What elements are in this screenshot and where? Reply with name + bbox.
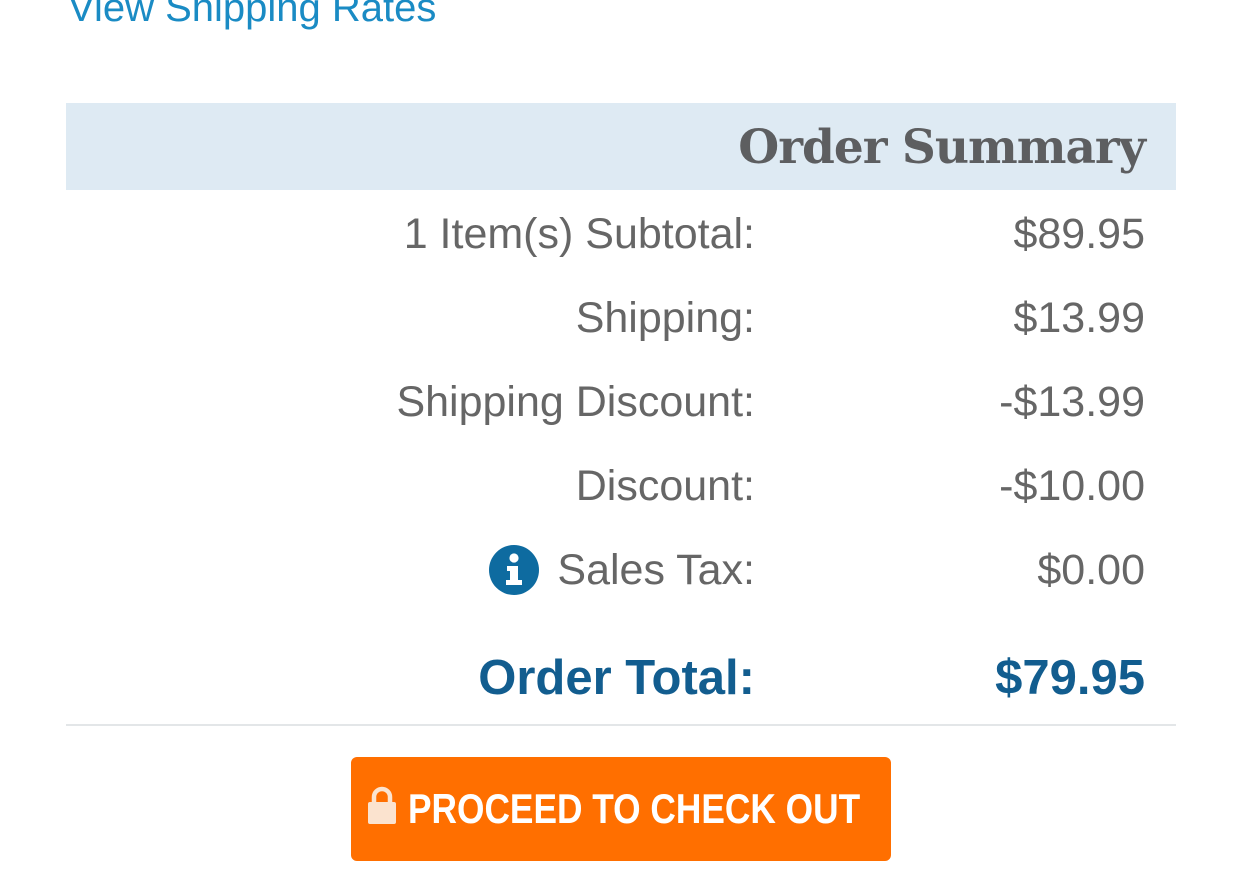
subtotal-label: 1 Item(s) Subtotal: <box>403 210 755 258</box>
subtotal-row: 1 Item(s) Subtotal: $89.95 <box>66 204 1176 264</box>
discount-value: -$10.00 <box>999 462 1145 510</box>
sales-tax-row: Sales Tax: $0.00 <box>66 540 1176 600</box>
shipping-value: $13.99 <box>1013 294 1145 342</box>
order-total-row: Order Total: $79.95 <box>66 648 1176 708</box>
discount-row: Discount: -$10.00 <box>66 456 1176 516</box>
discount-label: Discount: <box>575 462 755 510</box>
summary-divider <box>66 724 1176 726</box>
proceed-to-checkout-label: PROCEED TO CHECK OUT <box>407 785 861 832</box>
order-total-label: Order Total: <box>478 651 755 705</box>
order-total-value: $79.95 <box>995 651 1145 705</box>
shipping-label: Shipping: <box>575 294 755 342</box>
cart-summary-page: View Shipping Rates Order Summary 1 Item… <box>0 0 1242 879</box>
view-shipping-rates-link[interactable]: View Shipping Rates <box>68 0 436 31</box>
sales-tax-label: Sales Tax: <box>557 546 755 594</box>
shipping-discount-row: Shipping Discount: -$13.99 <box>66 372 1176 432</box>
order-summary-title: Order Summary <box>738 120 1146 175</box>
shipping-discount-label: Shipping Discount: <box>396 378 755 426</box>
subtotal-value: $89.95 <box>1013 210 1145 258</box>
lock-icon <box>366 786 398 826</box>
shipping-discount-value: -$13.99 <box>999 378 1145 426</box>
order-summary-header: Order Summary <box>66 103 1176 190</box>
sales-tax-label-group: Sales Tax: <box>489 540 755 600</box>
sales-tax-value: $0.00 <box>1037 546 1145 594</box>
shipping-row: Shipping: $13.99 <box>66 288 1176 348</box>
info-icon[interactable] <box>489 545 540 595</box>
proceed-to-checkout-button[interactable]: PROCEED TO CHECK OUT <box>351 757 891 861</box>
